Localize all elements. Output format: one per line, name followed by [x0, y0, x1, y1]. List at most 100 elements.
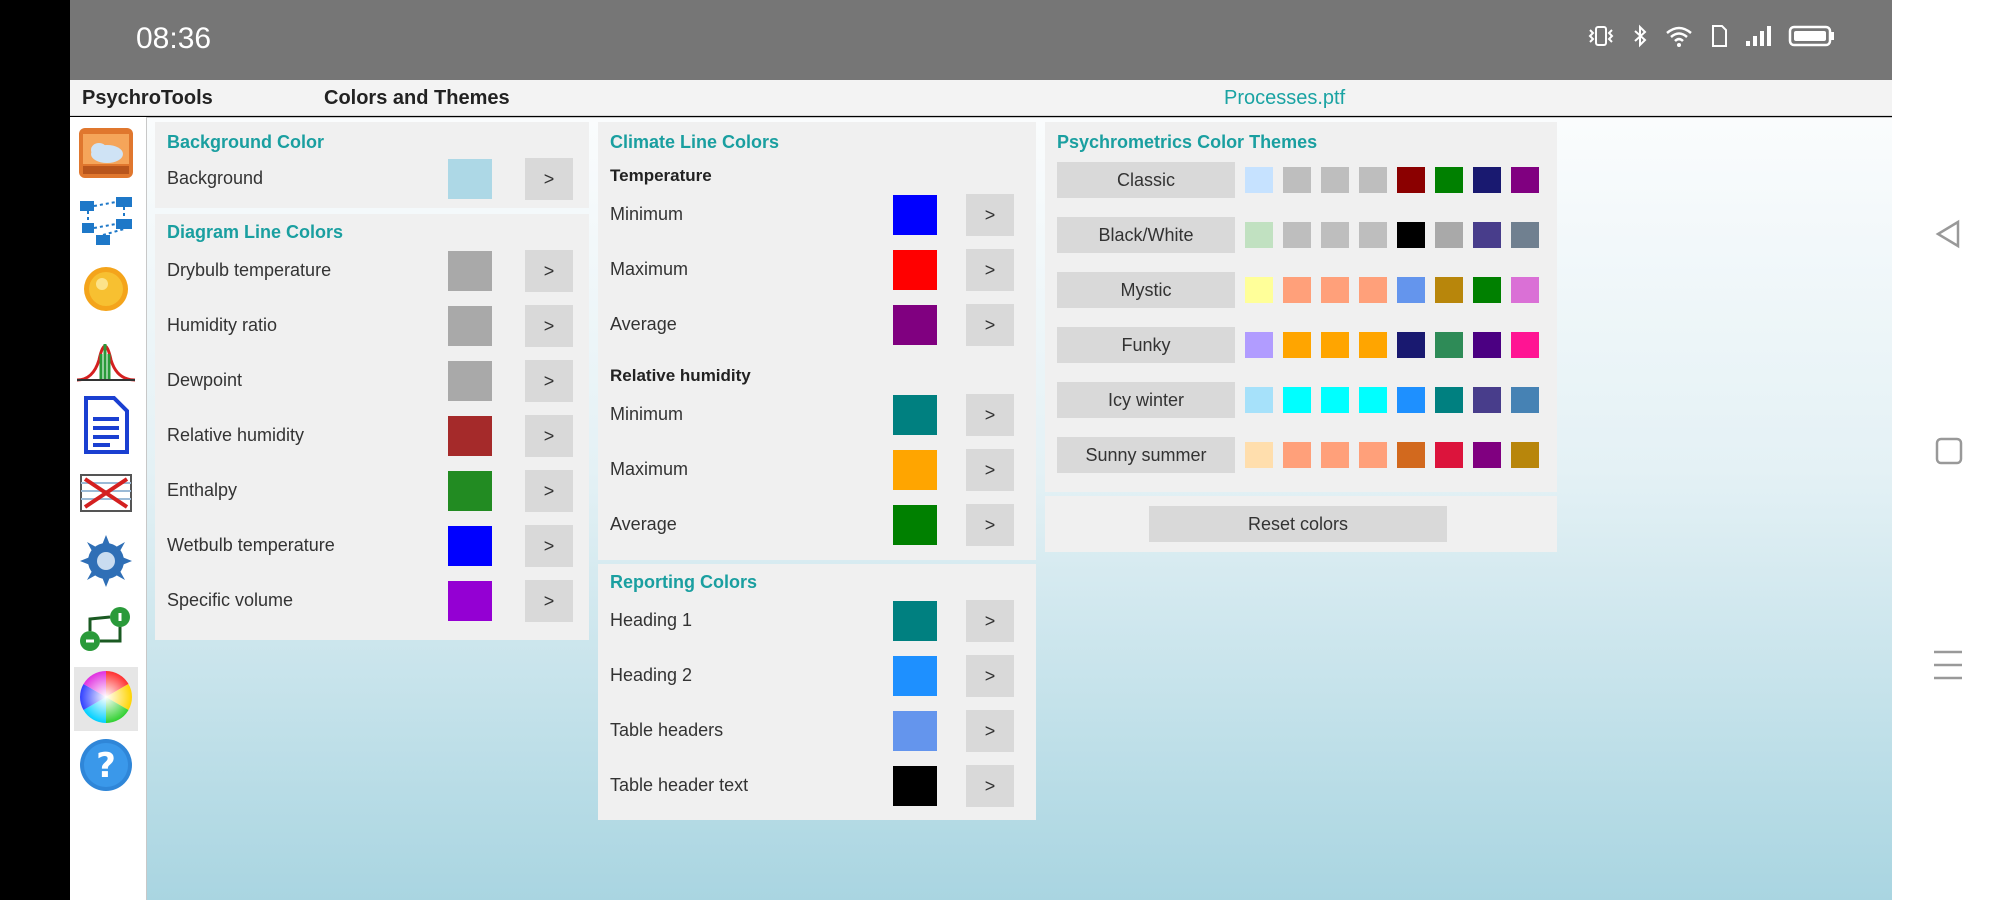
color-swatch[interactable]	[893, 395, 937, 435]
page-title: Colors and Themes	[324, 87, 510, 109]
theme-color-swatch	[1245, 277, 1273, 303]
edit-color-button[interactable]: >	[966, 449, 1014, 491]
group-heading-relative-humidity: Relative humidity	[610, 366, 751, 385]
sidebar-item-colors[interactable]	[74, 667, 138, 731]
color-swatch[interactable]	[448, 526, 492, 566]
edit-color-button[interactable]: >	[966, 194, 1014, 236]
edit-color-button[interactable]: >	[525, 470, 573, 512]
theme-color-swatch	[1245, 442, 1273, 468]
theme-color-swatch	[1359, 442, 1387, 468]
color-swatch[interactable]	[893, 656, 937, 696]
edit-color-button[interactable]: >	[525, 525, 573, 567]
color-swatch[interactable]	[448, 159, 492, 199]
sidebar-item-settings[interactable]	[74, 531, 138, 595]
edit-color-button[interactable]: >	[966, 504, 1014, 546]
theme-color-swatch	[1473, 387, 1501, 413]
theme-color-swatch	[1397, 442, 1425, 468]
edit-color-button[interactable]: >	[966, 394, 1014, 436]
home-square-icon[interactable]	[1934, 436, 1964, 471]
row-label: Relative humidity	[167, 425, 305, 445]
color-swatch[interactable]	[893, 250, 937, 290]
wifi-icon	[1664, 24, 1694, 55]
color-swatch[interactable]	[448, 471, 492, 511]
color-swatch[interactable]	[448, 416, 492, 456]
theme-color-swatch	[1511, 222, 1539, 248]
sidebar-item-weather[interactable]	[74, 123, 138, 187]
row-label: Heading 2	[610, 665, 693, 685]
sidebar-item-distribution[interactable]	[74, 327, 138, 391]
theme-color-swatch	[1359, 387, 1387, 413]
theme-button[interactable]: Black/White	[1057, 217, 1235, 253]
group-heading-temperature: Temperature	[610, 166, 712, 185]
panel-title: Background Color	[167, 132, 325, 152]
theme-color-swatch	[1321, 222, 1349, 248]
panel-title: Reporting Colors	[610, 572, 757, 592]
color-themes-panel: Psychrometrics Color Themes Classic Black…	[1045, 122, 1557, 492]
sidebar-item-clear[interactable]	[74, 463, 138, 527]
color-swatch[interactable]	[893, 505, 937, 545]
color-swatch[interactable]	[448, 306, 492, 346]
reporting-colors-panel: Reporting Colors Heading 1 > Heading 2 >…	[598, 564, 1036, 820]
edit-color-button[interactable]: >	[525, 305, 573, 347]
theme-color-swatch	[1511, 277, 1539, 303]
color-swatch[interactable]	[893, 766, 937, 806]
row-label: Dewpoint	[167, 370, 243, 390]
theme-color-swatch	[1245, 167, 1273, 193]
color-swatch[interactable]	[448, 361, 492, 401]
theme-color-swatch	[1511, 387, 1539, 413]
edit-color-button[interactable]: >	[525, 158, 573, 200]
theme-color-swatch	[1511, 167, 1539, 193]
file-name-link[interactable]: Processes.ptf	[1224, 87, 1345, 110]
edit-color-button[interactable]: >	[525, 415, 573, 457]
color-swatch[interactable]	[893, 711, 937, 751]
edit-color-button[interactable]: >	[525, 360, 573, 402]
theme-color-swatch	[1245, 222, 1273, 248]
theme-color-swatch	[1511, 442, 1539, 468]
reset-panel: Reset colors	[1045, 496, 1557, 552]
sidebar-item-processes[interactable]	[74, 191, 138, 255]
distribution-chart-icon	[75, 330, 137, 389]
theme-button[interactable]: Mystic	[1057, 272, 1235, 308]
edit-color-button[interactable]: >	[966, 304, 1014, 346]
theme-button[interactable]: Classic	[1057, 162, 1235, 198]
theme-button[interactable]: Icy winter	[1057, 382, 1235, 418]
sidebar: ?	[70, 117, 146, 900]
edit-color-button[interactable]: >	[966, 765, 1014, 807]
color-swatch[interactable]	[893, 195, 937, 235]
reset-colors-button[interactable]: Reset colors	[1149, 506, 1447, 542]
theme-color-swatch	[1359, 277, 1387, 303]
edit-color-button[interactable]: >	[525, 250, 573, 292]
sun-icon	[76, 259, 136, 324]
sidebar-item-help[interactable]: ?	[74, 735, 138, 799]
theme-color-swatch	[1435, 387, 1463, 413]
edit-color-button[interactable]: >	[966, 249, 1014, 291]
edit-color-button[interactable]: >	[966, 655, 1014, 697]
edit-color-button[interactable]: >	[525, 580, 573, 622]
theme-color-swatch	[1245, 387, 1273, 413]
theme-color-swatch	[1359, 222, 1387, 248]
theme-color-swatch	[1435, 277, 1463, 303]
theme-color-swatch	[1397, 167, 1425, 193]
edit-color-button[interactable]: >	[966, 710, 1014, 752]
row-label: Heading 1	[610, 610, 693, 630]
theme-color-swatch	[1245, 332, 1273, 358]
color-swatch[interactable]	[448, 251, 492, 291]
theme-color-swatch	[1473, 332, 1501, 358]
theme-button[interactable]: Sunny summer	[1057, 437, 1235, 473]
theme-button[interactable]: Funky	[1057, 327, 1235, 363]
recents-menu-icon[interactable]	[1932, 648, 1964, 687]
color-wheel-icon	[76, 667, 136, 732]
clock: 08:36	[136, 22, 212, 55]
sidebar-item-sun[interactable]	[74, 259, 138, 323]
theme-color-swatch	[1435, 442, 1463, 468]
sidebar-item-report[interactable]	[74, 395, 138, 459]
color-swatch[interactable]	[448, 581, 492, 621]
row-label: Maximum	[610, 259, 689, 279]
sidebar-item-links[interactable]	[74, 599, 138, 663]
back-triangle-icon[interactable]	[1932, 218, 1964, 255]
signal-icon	[1744, 24, 1772, 55]
edit-color-button[interactable]: >	[966, 600, 1014, 642]
color-swatch[interactable]	[893, 601, 937, 641]
color-swatch[interactable]	[893, 450, 937, 490]
color-swatch[interactable]	[893, 305, 937, 345]
